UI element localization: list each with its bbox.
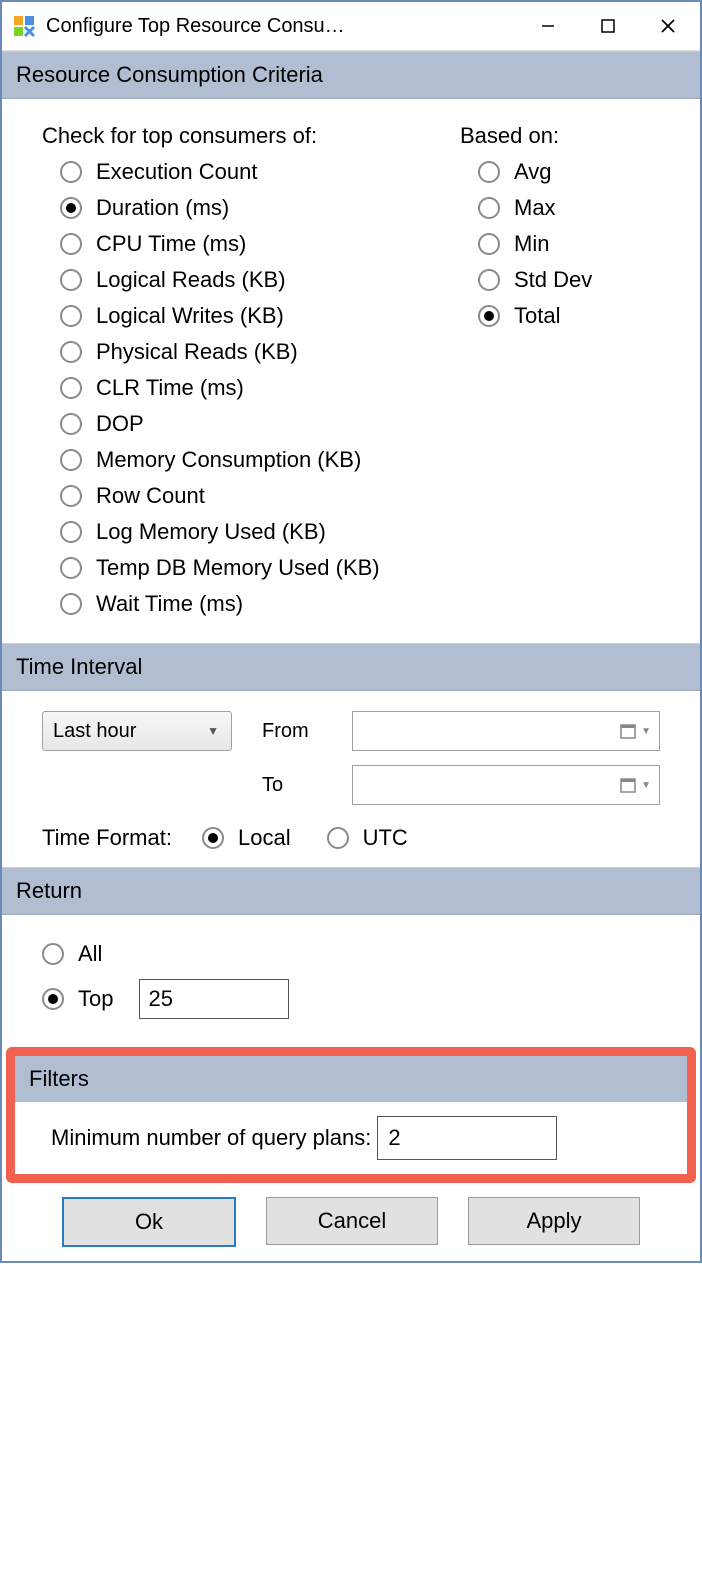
basedon-label-1: Max (514, 195, 556, 221)
time-section-header: Time Interval (2, 644, 700, 691)
consumer-label-5: Physical Reads (KB) (96, 339, 298, 365)
return-top-label: Top (78, 986, 113, 1012)
return-section-header: Return (2, 868, 700, 915)
time-preset-combo[interactable]: Last hour ▼ (42, 711, 232, 751)
consumer-radio-0[interactable] (60, 161, 82, 183)
calendar-icon[interactable]: ▼ (619, 722, 651, 740)
consumer-label-7: DOP (96, 411, 144, 437)
to-label: To (262, 774, 352, 797)
return-all-radio[interactable] (42, 943, 64, 965)
consumer-radio-4[interactable] (60, 305, 82, 327)
consumer-radio-11[interactable] (60, 557, 82, 579)
minimize-button[interactable] (518, 4, 578, 48)
consumer-label-11: Temp DB Memory Used (KB) (96, 555, 380, 581)
consumer-label-9: Row Count (96, 483, 205, 509)
consumer-radio-10[interactable] (60, 521, 82, 543)
consumer-label-6: CLR Time (ms) (96, 375, 244, 401)
criteria-section-header: Resource Consumption Criteria (2, 52, 700, 99)
apply-button[interactable]: Apply (468, 1197, 640, 1245)
return-all-label: All (78, 941, 102, 967)
return-top-value: 25 (148, 986, 172, 1012)
consumer-radio-5[interactable] (60, 341, 82, 363)
basedon-label-3: Std Dev (514, 267, 592, 293)
basedon-group-label: Based on: (460, 123, 680, 149)
time-format-label: Time Format: (42, 825, 172, 851)
to-datetime-input[interactable]: ▼ (352, 765, 660, 805)
window-title: Configure Top Resource Consu… (46, 15, 518, 38)
time-preset-value: Last hour (53, 720, 136, 743)
consumer-label-8: Memory Consumption (KB) (96, 447, 361, 473)
filters-highlight: Filters Minimum number of query plans: 2 (6, 1047, 696, 1183)
basedon-radio-1[interactable] (478, 197, 500, 219)
min-query-plans-value: 2 (388, 1125, 400, 1151)
consumer-label-1: Duration (ms) (96, 195, 229, 221)
consumer-radio-3[interactable] (60, 269, 82, 291)
basedon-radio-4[interactable] (478, 305, 500, 327)
basedon-radio-2[interactable] (478, 233, 500, 255)
close-button[interactable] (638, 4, 698, 48)
basedon-radio-0[interactable] (478, 161, 500, 183)
from-datetime-input[interactable]: ▼ (352, 711, 660, 751)
time-format-label-1: UTC (363, 825, 408, 851)
consumer-radio-6[interactable] (60, 377, 82, 399)
cancel-button[interactable]: Cancel (266, 1197, 438, 1245)
consumer-label-3: Logical Reads (KB) (96, 267, 286, 293)
basedon-label-4: Total (514, 303, 560, 329)
maximize-button[interactable] (578, 4, 638, 48)
basedon-label-0: Avg (514, 159, 552, 185)
consumer-label-4: Logical Writes (KB) (96, 303, 284, 329)
return-top-radio[interactable] (42, 988, 64, 1010)
min-query-plans-input[interactable]: 2 (377, 1116, 557, 1160)
consumer-radio-9[interactable] (60, 485, 82, 507)
consumer-radio-1[interactable] (60, 197, 82, 219)
basedon-radio-3[interactable] (478, 269, 500, 291)
ok-button[interactable]: Ok (62, 1197, 236, 1247)
consumer-label-10: Log Memory Used (KB) (96, 519, 326, 545)
time-format-label-0: Local (238, 825, 291, 851)
consumer-radio-7[interactable] (60, 413, 82, 435)
consumer-label-0: Execution Count (96, 159, 257, 185)
consumer-radio-12[interactable] (60, 593, 82, 615)
min-query-plans-label: Minimum number of query plans: (51, 1125, 371, 1151)
calendar-icon[interactable]: ▼ (619, 776, 651, 794)
consumer-label-2: CPU Time (ms) (96, 231, 246, 257)
consumers-group-label: Check for top consumers of: (42, 123, 452, 149)
time-format-radio-0[interactable] (202, 827, 224, 849)
from-label: From (262, 720, 352, 743)
filters-section-header: Filters (15, 1056, 687, 1102)
app-icon (12, 14, 36, 38)
consumer-radio-2[interactable] (60, 233, 82, 255)
chevron-down-icon: ▼ (207, 724, 219, 738)
consumer-radio-8[interactable] (60, 449, 82, 471)
return-top-input[interactable]: 25 (139, 979, 289, 1019)
consumer-label-12: Wait Time (ms) (96, 591, 243, 617)
basedon-label-2: Min (514, 231, 549, 257)
time-format-radio-1[interactable] (327, 827, 349, 849)
